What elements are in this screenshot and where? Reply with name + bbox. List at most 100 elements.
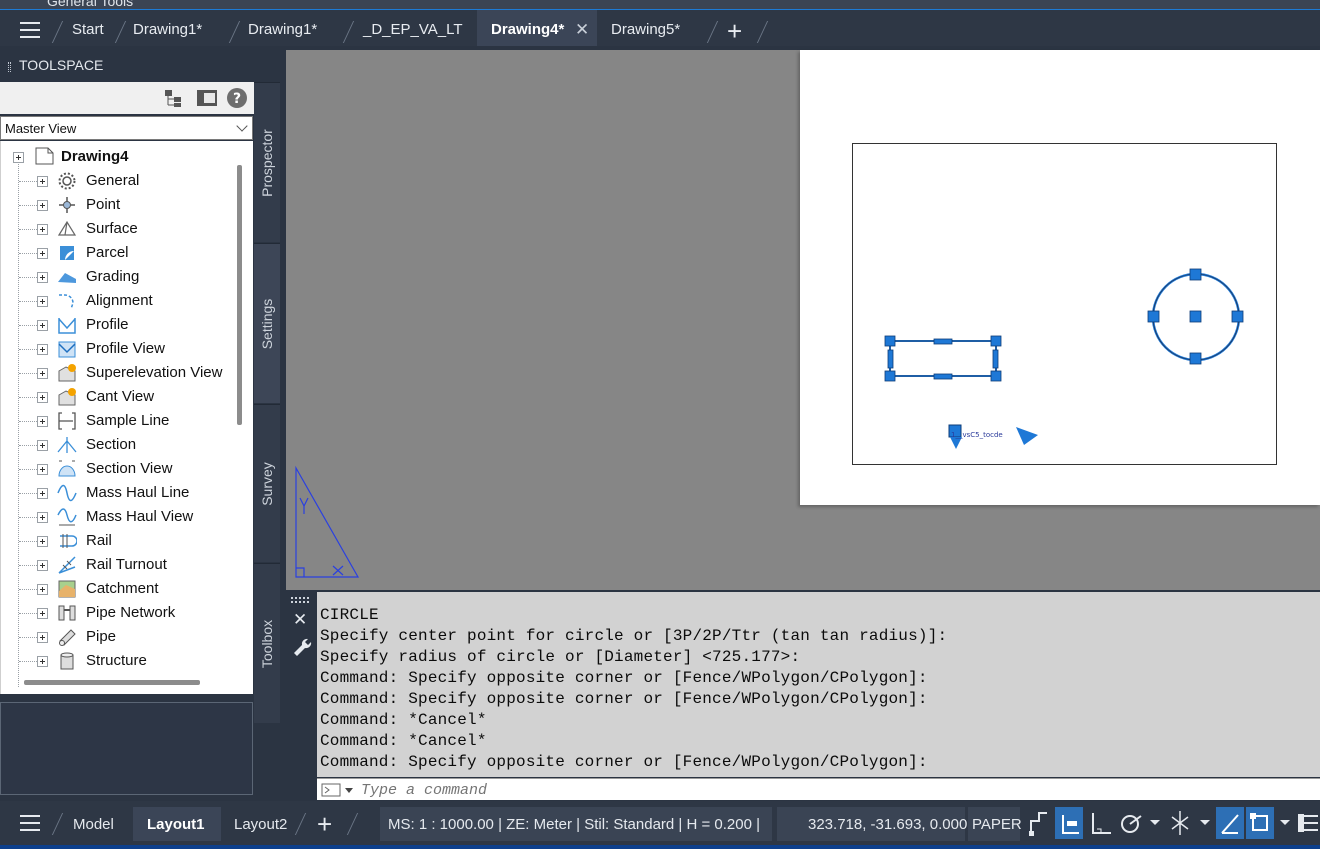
expand-icon[interactable] bbox=[37, 608, 48, 619]
tree-item-rail-turnout[interactable]: Rail Turnout bbox=[1, 553, 233, 577]
expand-icon[interactable] bbox=[37, 248, 48, 259]
expand-icon[interactable] bbox=[37, 488, 48, 499]
tree-item-grading[interactable]: Grading bbox=[1, 265, 233, 289]
expand-icon[interactable] bbox=[37, 176, 48, 187]
tree-root-label: Drawing4 bbox=[61, 148, 129, 165]
tree-item-profile[interactable]: Profile bbox=[1, 313, 233, 337]
toolspace-header[interactable]: TOOLSPACE bbox=[0, 52, 254, 80]
polar-tracking-icon[interactable] bbox=[1117, 807, 1145, 839]
ribbon-panel-label[interactable]: General Tools bbox=[47, 0, 133, 9]
expand-icon[interactable] bbox=[37, 320, 48, 331]
customization-icon[interactable] bbox=[1296, 807, 1320, 839]
tree-item-general[interactable]: General bbox=[1, 169, 233, 193]
chevron-down-icon[interactable] bbox=[1199, 819, 1211, 827]
menu-icon[interactable] bbox=[20, 815, 40, 831]
pipe-network-icon bbox=[58, 605, 76, 621]
selected-label[interactable]: 1__vsC5_tocde bbox=[948, 424, 1038, 449]
tab-drawing1-b[interactable]: Drawing1* bbox=[248, 10, 317, 46]
wrench-icon[interactable] bbox=[291, 636, 313, 660]
side-tab-toolbox[interactable]: Toolbox bbox=[254, 563, 280, 723]
expand-icon[interactable] bbox=[37, 416, 48, 427]
close-icon[interactable]: ✕ bbox=[293, 610, 307, 630]
tree-item-label: Grading bbox=[86, 268, 140, 285]
tree-item-sample-line[interactable]: Sample Line bbox=[1, 409, 233, 433]
command-prompt-icon[interactable] bbox=[321, 782, 357, 798]
grid-display-icon[interactable] bbox=[1055, 807, 1083, 839]
tree-item-pipe[interactable]: Pipe bbox=[1, 625, 233, 649]
chevron-down-icon[interactable] bbox=[1149, 819, 1161, 827]
view-select[interactable]: Master View bbox=[0, 116, 253, 140]
tree-item-alignment[interactable]: Alignment bbox=[1, 289, 233, 313]
tab-drawing1[interactable]: Drawing1* bbox=[133, 10, 202, 46]
tree-item-structure[interactable]: Structure bbox=[1, 649, 233, 673]
expand-icon[interactable] bbox=[37, 560, 48, 571]
tree-item-pipe-network[interactable]: Pipe Network bbox=[1, 601, 233, 625]
isometric-icon[interactable] bbox=[1166, 807, 1194, 839]
tree-item-mass-haul-view[interactable]: Mass Haul View bbox=[1, 505, 233, 529]
menu-icon[interactable] bbox=[20, 22, 40, 38]
tree-item-label: Surface bbox=[86, 220, 138, 237]
tree-item-cant-view[interactable]: Cant View bbox=[1, 385, 233, 409]
new-tab-plus-icon[interactable]: + bbox=[727, 18, 742, 44]
side-tab-prospector[interactable]: Prospector bbox=[254, 82, 280, 242]
tree-item-label: Superelevation View bbox=[86, 364, 223, 381]
tree-item-catchment[interactable]: Catchment bbox=[1, 577, 233, 601]
item-view-icon[interactable] bbox=[163, 88, 185, 108]
expand-icon[interactable] bbox=[37, 512, 48, 523]
tree-item-surface[interactable]: Surface bbox=[1, 217, 233, 241]
tree-item-profile-view[interactable]: Profile View bbox=[1, 337, 233, 361]
chevron-down-icon[interactable] bbox=[1279, 819, 1291, 827]
tree-scrollbar-vertical[interactable] bbox=[237, 165, 242, 425]
help-icon[interactable]: ? bbox=[226, 87, 248, 109]
drag-grip-icon[interactable] bbox=[8, 62, 11, 72]
preview-icon[interactable] bbox=[196, 89, 218, 107]
side-tab-settings[interactable]: Settings bbox=[254, 243, 280, 403]
expand-icon[interactable] bbox=[37, 272, 48, 283]
tree-item-section-view[interactable]: Section View bbox=[1, 457, 233, 481]
command-input[interactable] bbox=[361, 781, 1311, 799]
selected-circle[interactable] bbox=[1147, 268, 1244, 365]
expand-icon[interactable] bbox=[37, 368, 48, 379]
layout-tab-model[interactable]: Model bbox=[73, 816, 114, 833]
new-layout-plus-icon[interactable]: + bbox=[317, 811, 332, 837]
expand-icon[interactable] bbox=[37, 440, 48, 451]
tree-item-superelevation-view[interactable]: Superelevation View bbox=[1, 361, 233, 385]
side-tab-survey[interactable]: Survey bbox=[254, 404, 280, 562]
coordinates-field[interactable]: 323.718, -31.693, 0.000 bbox=[777, 807, 967, 841]
tree-item-label: Pipe Network bbox=[86, 604, 176, 621]
tab-drawing5[interactable]: Drawing5* bbox=[611, 10, 680, 46]
tab-d-ep-va-lt[interactable]: _D_EP_VA_LT bbox=[363, 10, 463, 46]
expand-icon[interactable] bbox=[37, 296, 48, 307]
layout-tab-layout1[interactable]: Layout1 bbox=[133, 807, 221, 841]
object-snap-tracking-icon[interactable] bbox=[1216, 807, 1244, 839]
paper-space-toggle[interactable]: PAPER bbox=[968, 807, 1022, 841]
collapse-icon[interactable] bbox=[13, 152, 24, 163]
object-snap-icon[interactable] bbox=[1246, 807, 1274, 839]
grid-snap-icon[interactable] bbox=[1025, 807, 1053, 839]
expand-icon[interactable] bbox=[37, 536, 48, 547]
expand-icon[interactable] bbox=[37, 464, 48, 475]
expand-icon[interactable] bbox=[37, 656, 48, 667]
drag-grip-icon[interactable] bbox=[291, 596, 313, 604]
tree-item-point[interactable]: Point bbox=[1, 193, 233, 217]
tree-scrollbar-horizontal[interactable] bbox=[24, 680, 200, 685]
expand-icon[interactable] bbox=[37, 344, 48, 355]
tab-start[interactable]: Start bbox=[72, 10, 104, 46]
ortho-icon[interactable] bbox=[1087, 807, 1115, 839]
expand-icon[interactable] bbox=[37, 584, 48, 595]
tab-drawing4[interactable]: Drawing4* ✕ bbox=[477, 10, 597, 46]
tree-root[interactable]: Drawing4 bbox=[1, 145, 233, 169]
tree-item-label: Pipe bbox=[86, 628, 117, 645]
selected-rectangle[interactable] bbox=[884, 335, 1002, 382]
tree-item-mass-haul-line[interactable]: Mass Haul Line bbox=[1, 481, 233, 505]
tree-item-rail[interactable]: Rail bbox=[1, 529, 233, 553]
expand-icon[interactable] bbox=[37, 632, 48, 643]
expand-icon[interactable] bbox=[37, 224, 48, 235]
tree-item-section[interactable]: Section bbox=[1, 433, 233, 457]
expand-icon[interactable] bbox=[37, 200, 48, 211]
layout-tab-layout2[interactable]: Layout2 bbox=[234, 816, 287, 833]
tree-item-parcel[interactable]: Parcel bbox=[1, 241, 233, 265]
close-icon[interactable]: ✕ bbox=[575, 10, 589, 50]
drawing-info-field[interactable]: MS: 1 : 1000.00 | ZE: Meter | Stil: Stan… bbox=[380, 807, 772, 841]
expand-icon[interactable] bbox=[37, 392, 48, 403]
